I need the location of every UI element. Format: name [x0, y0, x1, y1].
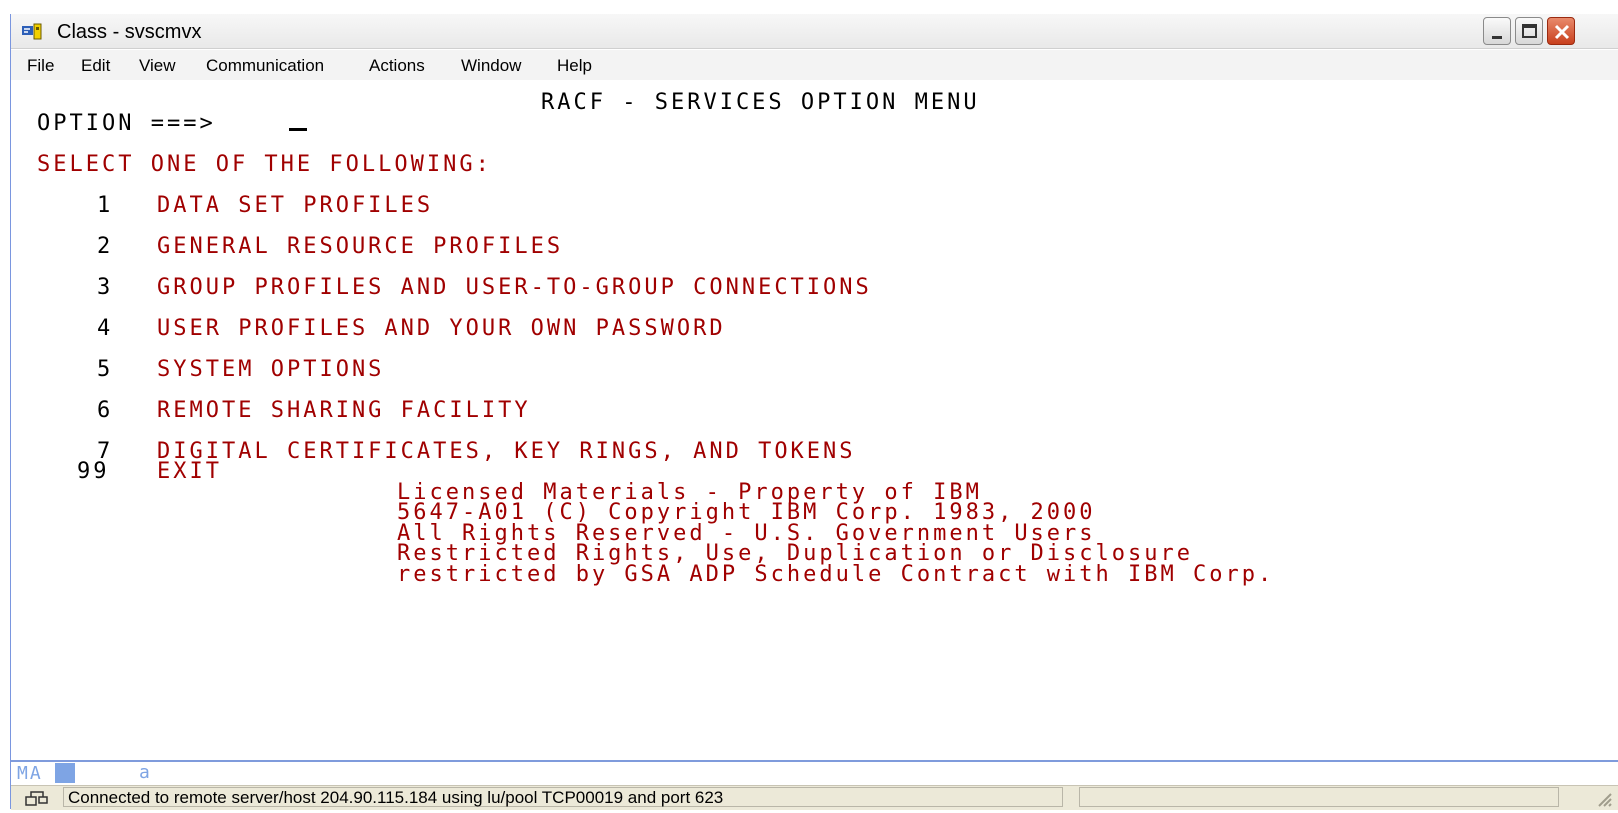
option-number: 3 — [97, 275, 114, 300]
terminal-app-icon[interactable] — [21, 23, 43, 41]
option-label[interactable]: USER PROFILES AND YOUR OWN PASSWORD — [157, 316, 726, 342]
maximize-icon — [1522, 24, 1537, 38]
option-label[interactable]: SYSTEM OPTIONS — [157, 357, 384, 383]
select-prompt: SELECT ONE OF THE FOLLOWING: — [37, 152, 492, 177]
text-cursor — [289, 128, 307, 131]
option-label[interactable]: DIGITAL CERTIFICATES, KEY RINGS, AND TOK… — [157, 439, 856, 465]
status-pane-secondary — [1079, 787, 1559, 807]
option-label[interactable]: EXIT — [157, 459, 222, 485]
oia-indicator-box — [55, 763, 75, 783]
oia-mode: MA — [17, 763, 43, 784]
menu-actions[interactable]: Actions — [369, 56, 425, 76]
maximize-button[interactable] — [1515, 17, 1543, 45]
window-title: Class - svscmvx — [57, 21, 202, 43]
option-label[interactable]: GENERAL RESOURCE PROFILES — [157, 234, 563, 260]
option-number: 6 — [97, 398, 114, 423]
terminal-window: Class - svscmvx File Edit View Communica… — [10, 14, 1618, 810]
network-connection-icon — [23, 788, 51, 808]
option-number: 5 — [97, 357, 114, 382]
option-number: 4 — [97, 316, 114, 341]
resize-grip-icon[interactable] — [1591, 788, 1613, 808]
copyright-line: restricted by GSA ADP Schedule Contract … — [397, 562, 1275, 587]
status-bar: Connected to remote server/host 204.90.1… — [11, 785, 1618, 810]
option-label[interactable]: REMOTE SHARING FACILITY — [157, 398, 531, 424]
operator-info-area: MA a — [11, 762, 1618, 784]
minimize-icon — [1492, 36, 1502, 39]
screen-heading: RACF - SERVICES OPTION MENU — [541, 90, 980, 115]
option-label[interactable]: DATA SET PROFILES — [157, 193, 433, 219]
minimize-button[interactable] — [1483, 17, 1511, 45]
oia-session-indicator: a — [139, 762, 150, 783]
menu-help[interactable]: Help — [557, 56, 592, 76]
menu-window[interactable]: Window — [461, 56, 521, 76]
menu-bar: File Edit View Communication Actions Win… — [11, 50, 1618, 80]
menu-edit[interactable]: Edit — [81, 56, 110, 76]
title-bar[interactable]: Class - svscmvx — [11, 14, 1618, 49]
option-number: 1 — [97, 193, 114, 218]
close-button[interactable] — [1547, 17, 1575, 45]
option-prompt: OPTION ===> — [37, 111, 216, 136]
terminal-screen[interactable]: RACF - SERVICES OPTION MENU OPTION ===> … — [11, 80, 1618, 762]
close-icon — [1554, 24, 1570, 40]
menu-communication[interactable]: Communication — [206, 56, 324, 76]
option-number: 99 — [77, 459, 110, 484]
connection-status: Connected to remote server/host 204.90.1… — [63, 787, 1063, 807]
option-label[interactable]: GROUP PROFILES AND USER-TO-GROUP CONNECT… — [157, 275, 872, 301]
option-number: 2 — [97, 234, 114, 259]
menu-view[interactable]: View — [139, 56, 176, 76]
menu-file[interactable]: File — [27, 56, 54, 76]
